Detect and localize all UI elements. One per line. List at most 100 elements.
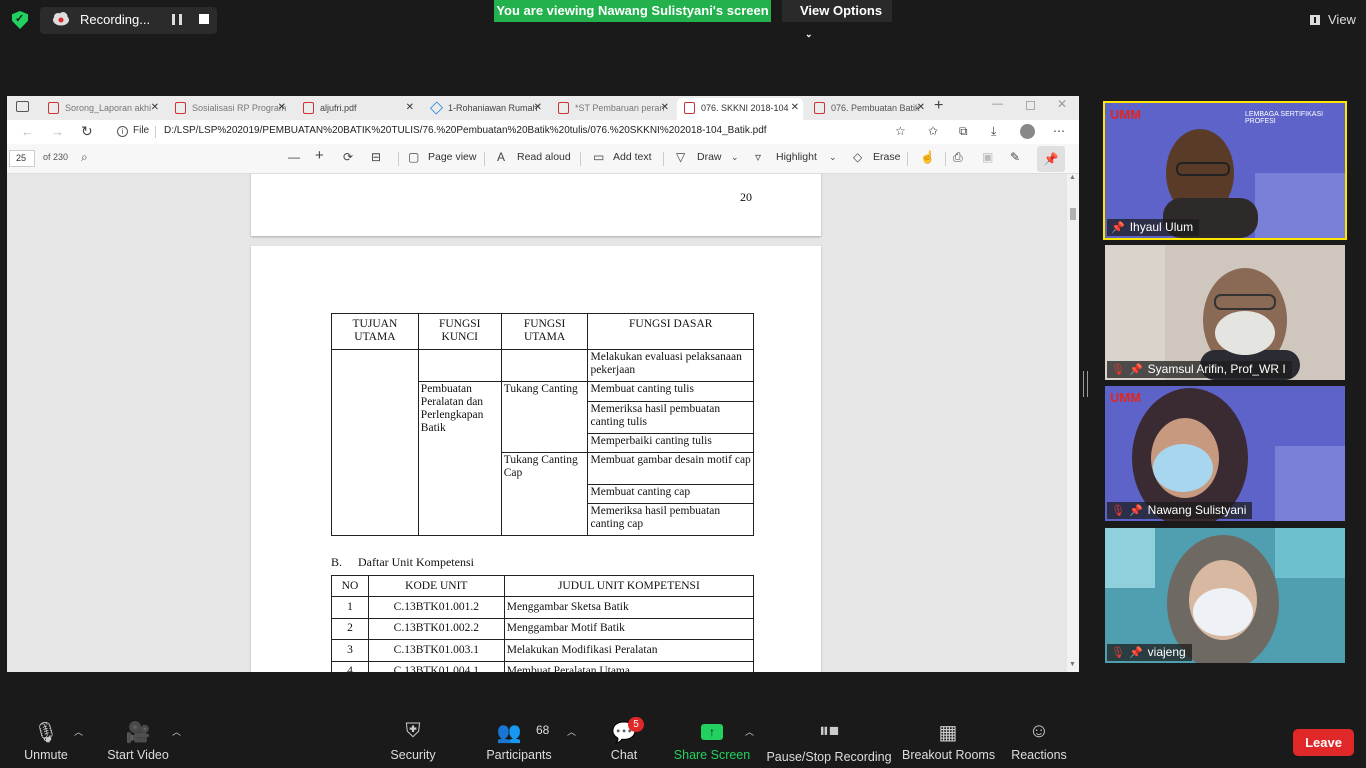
back-arrow-icon[interactable]: ← [21,124,34,139]
zoom-in-icon[interactable]: + [315,147,324,164]
participants-options-chevron-icon[interactable]: ︿ [567,725,576,738]
pause-recording-icon[interactable] [172,14,182,25]
participant-video-tile[interactable]: 🎙 📌 Syamsul Arifin, Prof_WR I [1105,245,1345,380]
save-as-icon[interactable]: ✎ [1010,150,1020,164]
more-options-icon[interactable]: ⋯ [1053,124,1065,138]
split-view-handle[interactable] [1083,371,1088,397]
scrollbar-thumb[interactable] [1070,208,1076,220]
new-tab-icon[interactable]: + [934,97,943,115]
breakout-rooms-button[interactable]: ▦ Breakout Rooms [902,707,996,768]
add-text-button[interactable]: Add text [613,151,652,163]
table-cell: Tukang Canting Cap [500,452,589,536]
table-header-cell: TUJUAN UTAMA [331,313,419,350]
participant-video-tile[interactable]: 🎙 📌 viajeng [1105,528,1345,663]
fit-page-icon[interactable]: ⊟ [371,150,381,164]
close-tab-icon[interactable]: ✕ [406,98,414,118]
close-tab-icon[interactable]: ✕ [278,98,286,118]
table-cell: Tukang Canting [500,381,589,453]
table-cell [331,349,419,536]
maximize-icon[interactable] [1026,101,1035,110]
scroll-up-icon[interactable]: ▲ [1069,174,1076,181]
page-number-input[interactable]: 25 [9,150,35,167]
info-icon[interactable]: i [117,126,128,137]
tab-sorong[interactable]: Sorong_Laporan akhi ✕ [41,98,163,120]
tab-rohaniawan[interactable]: 1-Rohaniawan Rumah ✕ [424,98,546,120]
reactions-button[interactable]: ☺ Reactions [1008,707,1070,768]
table-cell: Menggambar Motif Batik [503,617,755,640]
tab-pembuatan-batik[interactable]: 076. Pembuatan Batik ✕ [807,98,929,120]
video-options-chevron-icon[interactable]: ︿ [172,725,181,738]
page-view-icon: ▢ [408,150,420,164]
pin-icon: 📌 [1128,364,1143,376]
pin-toolbar-icon[interactable]: 📌 [1037,146,1065,172]
forward-arrow-icon[interactable]: → [51,124,64,139]
profile-avatar[interactable] [1020,124,1035,139]
close-tab-icon[interactable]: ✕ [661,98,669,118]
table-cell: Membuat gambar desain motif cap [587,452,754,485]
window-close-icon[interactable]: ✕ [1057,97,1067,111]
tab-pembaruan[interactable]: *ST Pembaruan peran ✕ [551,98,673,120]
draw-icon: ▽ [676,150,686,164]
read-aloud-button[interactable]: Read aloud [517,151,571,163]
start-video-button[interactable]: 🎥 Start Video [102,707,174,768]
pause-stop-recording-button[interactable]: ⏸⏹ Pause/Stop Recording [766,707,892,768]
pdf-viewer[interactable]: 20 TUJUAN UTAMA FUNGSI KUNCI FUNGSI UTAM… [7,174,1067,672]
url-field[interactable]: D:/LSP/LSP%202019/PEMBUATAN%20BATIK%20TU… [164,125,767,136]
share-options-chevron-icon[interactable]: ︿ [745,725,754,738]
rotate-icon[interactable]: ⟳ [343,150,353,164]
tab-label: Sosialisasi RP Program [192,103,287,113]
favorites-icon[interactable]: ✩ [928,124,938,138]
participant-video-tile[interactable]: UMM 🎙 📌 Nawang Sulistyani [1105,386,1345,521]
video-background [1105,245,1345,380]
table-cell: C.13BTK01.002.2 [367,617,505,640]
view-button[interactable]: View [1300,10,1360,30]
close-tab-icon[interactable]: ✕ [534,98,542,118]
video-background [1105,386,1345,521]
leave-button[interactable]: Leave [1293,729,1354,756]
chat-button[interactable]: 💬 Chat [594,707,654,768]
chevron-down-icon[interactable]: ⌄ [731,152,739,163]
share-screen-label: Share Screen [673,748,751,762]
viewing-screen-banner: You are viewing Nawang Sulistyani's scre… [494,0,771,22]
touch-icon[interactable]: ☝ [920,150,935,164]
downloads-icon[interactable]: ⤓ [991,124,996,139]
favorite-add-icon[interactable]: ☆ [895,124,906,138]
collections-icon[interactable]: ⧉ [959,124,968,139]
add-text-icon: ▭ [593,150,605,164]
print-icon[interactable]: ⎙ [953,150,963,165]
page-view-button[interactable]: Page view [428,151,476,163]
tab-label: 076. SKKNI 2018-104 [701,103,789,113]
muted-mic-icon: 🎙 [33,722,59,744]
save-icon[interactable]: ▣ [982,150,993,164]
table-cell: 4 [331,660,369,672]
scroll-down-icon[interactable]: ▼ [1069,661,1076,668]
tab-actions-icon[interactable] [16,101,29,112]
view-options-button[interactable]: View Options ⌄ [782,0,892,39]
encryption-shield-icon[interactable] [12,11,28,29]
participants-button[interactable]: 👥 Participants [484,707,554,768]
close-tab-icon[interactable]: ✕ [791,98,799,118]
tab-sosialisasi[interactable]: Sosialisasi RP Program ✕ [168,98,290,120]
search-icon[interactable]: ⌕ [81,150,88,165]
minimize-icon[interactable]: — [992,98,1003,110]
audio-options-chevron-icon[interactable]: ︿ [74,725,83,738]
draw-button[interactable]: Draw [697,151,722,163]
zoom-out-icon[interactable]: — [288,150,300,164]
file-scheme-label: File [133,125,150,136]
tab-skkni[interactable]: 076. SKKNI 2018-104 ✕ [677,98,803,120]
close-tab-icon[interactable]: ✕ [151,98,159,118]
erase-button[interactable]: Erase [873,151,900,163]
reload-icon[interactable]: ↻ [81,123,93,140]
cloud-record-icon [53,12,69,26]
chevron-down-icon[interactable]: ⌄ [829,152,837,163]
security-button[interactable]: ⛨ Security [382,707,444,768]
close-tab-icon[interactable]: ✕ [917,98,925,118]
table-cell: Membuat Peralatan Utama [503,660,755,672]
highlight-button[interactable]: Highlight [776,151,817,163]
breakout-rooms-label: Breakout Rooms [902,748,996,762]
unmute-button[interactable]: 🎙 Unmute [14,707,78,768]
participant-video-tile[interactable]: UMM LEMBAGA SERTIFIKASI PROFESI 📌 Ihyaul … [1105,103,1345,238]
vertical-scrollbar[interactable]: ▲ ▼ [1067,174,1079,672]
stop-recording-icon[interactable] [199,14,209,24]
tab-aljufri[interactable]: aljufri.pdf ✕ [296,98,418,120]
